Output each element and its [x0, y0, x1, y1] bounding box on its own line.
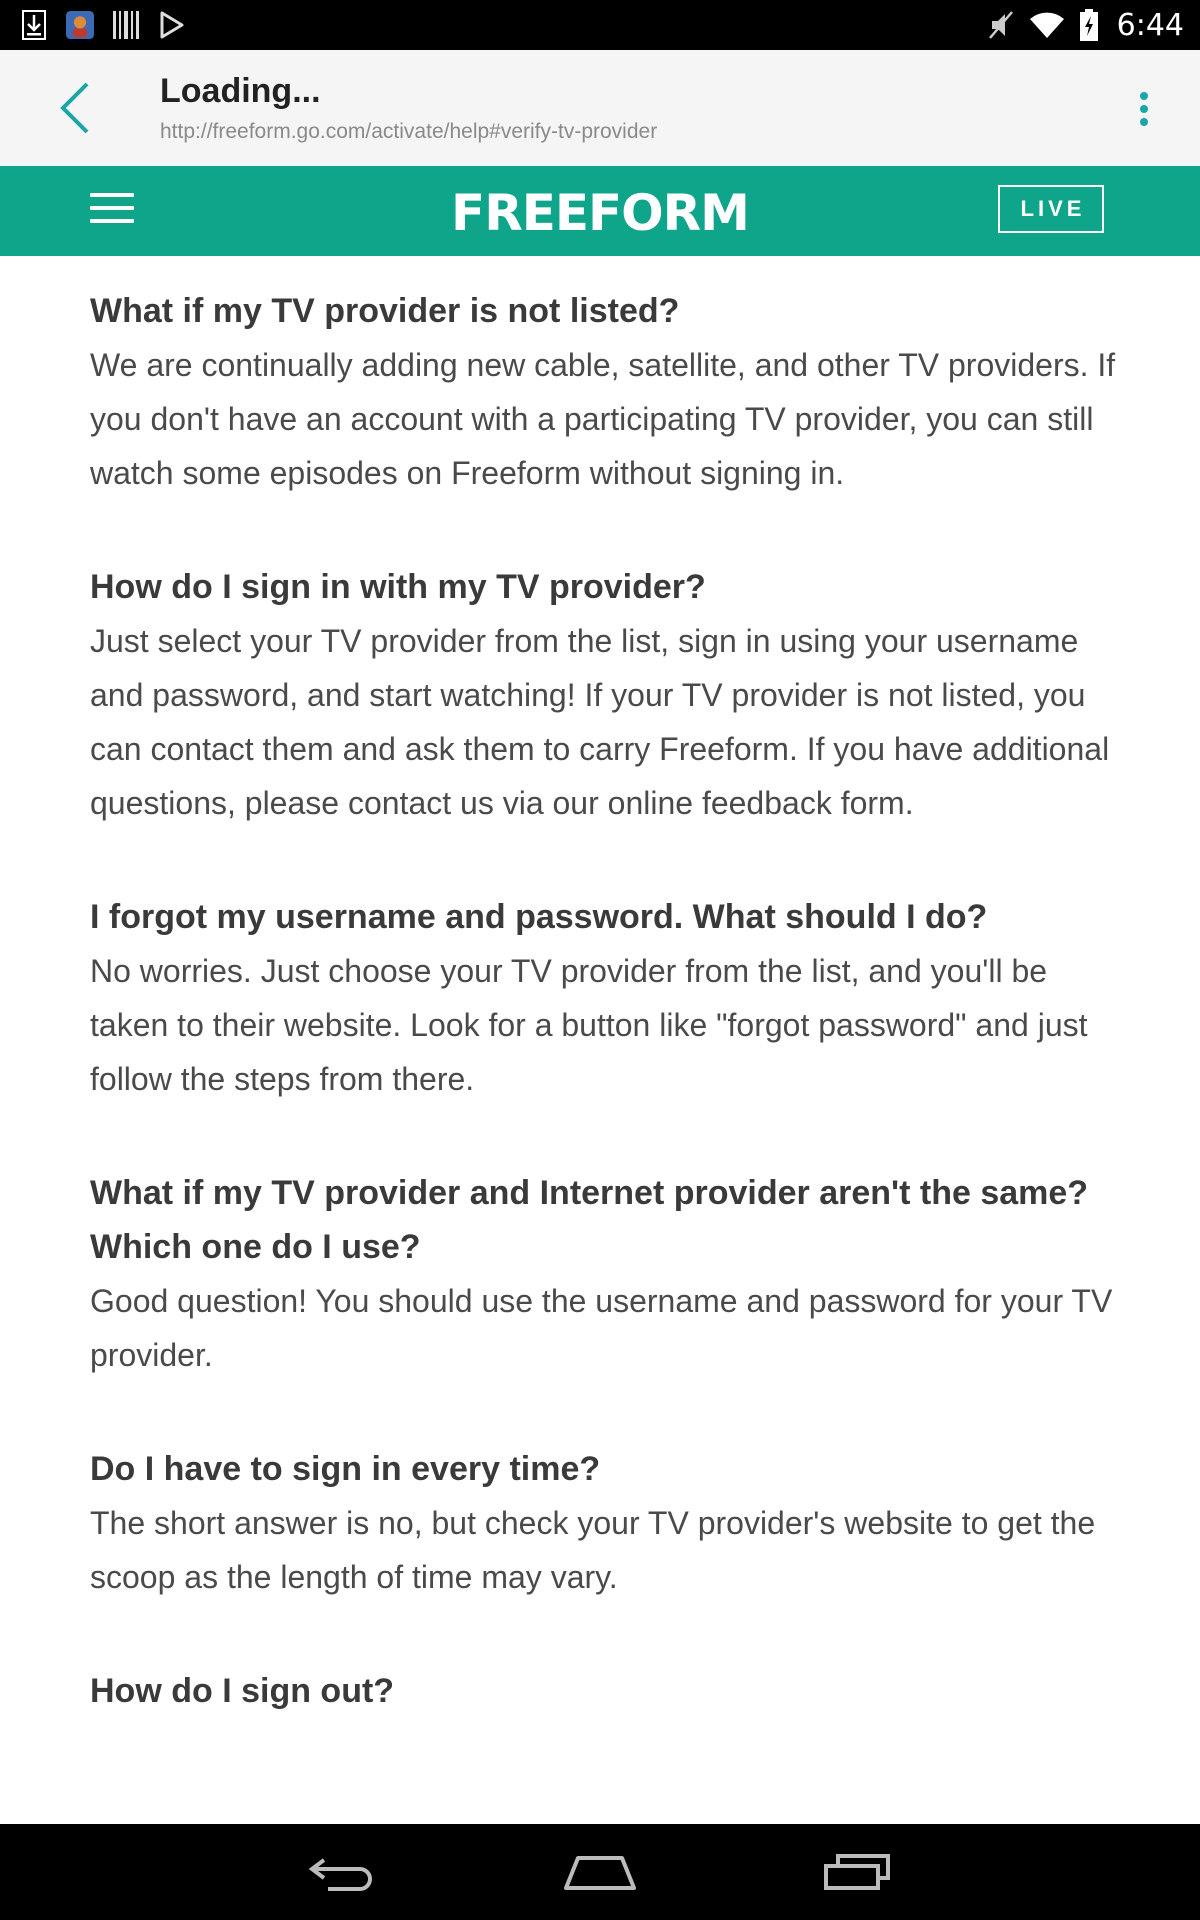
- wifi-icon: [1029, 9, 1065, 41]
- home-nav-icon[interactable]: [555, 1842, 645, 1902]
- mute-icon: [987, 9, 1015, 41]
- clock: 6:44: [1116, 7, 1184, 43]
- faq-question: What if my TV provider is not listed?: [90, 292, 680, 330]
- system-nav-bar: [0, 1824, 1200, 1920]
- chevron-left-icon: [60, 82, 89, 134]
- barcode-icon: [112, 9, 140, 41]
- faq-question: How do I sign in with my TV provider?: [90, 568, 706, 606]
- faq-answer: Good question! You should use the userna…: [90, 1283, 1113, 1373]
- faq-item: How do I sign in with my TV provider? Ju…: [90, 560, 1120, 830]
- status-bar: 6:44: [0, 0, 1200, 50]
- faq-item: I forgot my username and password. What …: [90, 890, 1120, 1106]
- battery-charging-icon: [1079, 9, 1099, 41]
- site-header: FREEFORM LIVE: [0, 166, 1200, 256]
- play-store-icon: [158, 9, 186, 41]
- overflow-menu-button[interactable]: [1124, 84, 1164, 134]
- page-title: Loading...: [160, 72, 321, 110]
- more-vert-icon: [1140, 92, 1148, 126]
- browser-toolbar: Loading... http://freeform.go.com/activa…: [0, 50, 1200, 167]
- system-icons: 6:44: [987, 0, 1184, 50]
- faq-item: What if my TV provider is not listed? We…: [90, 284, 1120, 500]
- faq-item: Do I have to sign in every time? The sho…: [90, 1442, 1120, 1604]
- faq-answer: Just select your TV provider from the li…: [90, 623, 1110, 821]
- back-nav-icon[interactable]: [298, 1842, 388, 1902]
- faq-item: What if my TV provider and Internet prov…: [90, 1166, 1120, 1382]
- download-icon: [20, 9, 48, 41]
- faq-answer: No worries. Just choose your TV provider…: [90, 953, 1088, 1097]
- faq-question: I forgot my username and password. What …: [90, 898, 988, 936]
- faq-question: How do I sign out?: [90, 1672, 395, 1710]
- faq-answer: We are continually adding new cable, sat…: [90, 347, 1116, 491]
- faq-item: How do I sign out?: [90, 1664, 1120, 1718]
- faq-question: Do I have to sign in every time?: [90, 1450, 601, 1488]
- faq-question: What if my TV provider and Internet prov…: [90, 1174, 1089, 1266]
- notification-icons: [20, 8, 186, 42]
- faq-content: What if my TV provider is not listed? We…: [90, 258, 1120, 1824]
- live-button[interactable]: LIVE: [998, 185, 1104, 233]
- back-button[interactable]: [44, 78, 104, 138]
- url-text[interactable]: http://freeform.go.com/activate/help#ver…: [160, 120, 657, 144]
- recents-nav-icon[interactable]: [812, 1842, 902, 1902]
- faq-answer: The short answer is no, but check your T…: [90, 1505, 1096, 1595]
- app-avatar-icon: [66, 9, 94, 41]
